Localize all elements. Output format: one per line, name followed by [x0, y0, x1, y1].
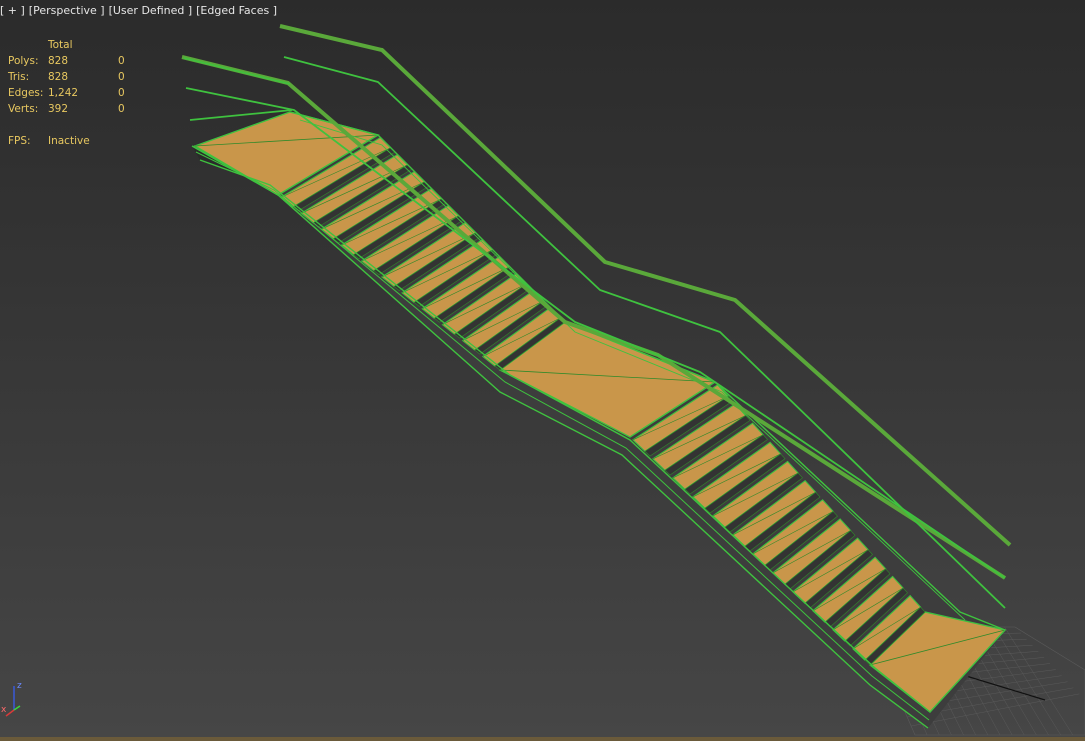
- statistics-overlay: Total Polys: 828 0 Tris: 828 0 Edges: 1,…: [8, 37, 148, 149]
- stats-row-polys: Polys: 828 0: [8, 55, 125, 67]
- 3d-viewport[interactable]: [ + ] [Perspective ] [User Defined ] [Ed…: [0, 0, 1085, 741]
- viewport-preset-menu[interactable]: [User Defined ]: [109, 4, 193, 17]
- axis-tripod-icon: z x: [1, 681, 22, 717]
- handrail-line: [283, 56, 1006, 609]
- stringer-edge: [191, 145, 929, 729]
- viewport-label-menu: [ + ] [Perspective ] [User Defined ] [Ed…: [0, 4, 277, 17]
- staircase-scene[interactable]: [0, 0, 1085, 741]
- viewport-plus-menu[interactable]: [ + ]: [0, 4, 25, 17]
- handrails[interactable]: [181, 24, 1012, 609]
- stats-row-tris: Tris: 828 0: [8, 71, 125, 83]
- stats-row-fps: FPS: Inactive: [8, 135, 90, 147]
- stats-row-verts: Verts: 392 0: [8, 103, 125, 115]
- viewport-bottom-border: [0, 737, 1085, 741]
- stats-total-header: Total: [48, 39, 73, 51]
- handrail-line: [183, 57, 291, 85]
- viewport-shading-menu[interactable]: [Edged Faces ]: [196, 4, 277, 17]
- staircase-model[interactable]: [191, 111, 1007, 729]
- axis-z-label: z: [17, 681, 22, 691]
- stats-row-edges: Edges: 1,242 0: [8, 87, 125, 99]
- viewport-view-menu[interactable]: [Perspective ]: [29, 4, 105, 17]
- grid-line: [993, 626, 1061, 736]
- axis-x-label: x: [1, 705, 7, 715]
